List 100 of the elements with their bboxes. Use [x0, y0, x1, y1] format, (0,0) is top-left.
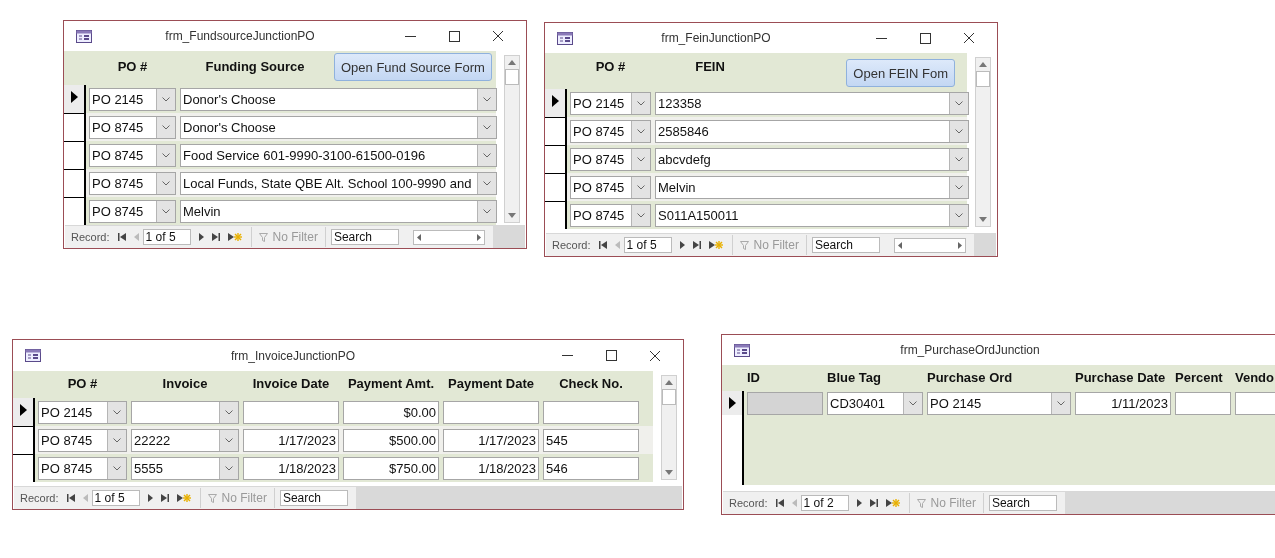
combo-box[interactable]: PO 8745 [89, 143, 176, 167]
vertical-scrollbar[interactable] [504, 55, 520, 223]
open-form-button[interactable]: Open Fund Source Form [334, 53, 492, 81]
text-field[interactable]: $750.00 [343, 456, 439, 480]
chevron-down-icon[interactable] [955, 100, 963, 106]
chevron-down-icon[interactable] [483, 152, 491, 158]
scroll-left-icon[interactable] [897, 241, 902, 249]
text-field[interactable]: 1/17/2023 [443, 428, 539, 452]
new-record-icon[interactable] [176, 493, 191, 503]
chevron-down-icon[interactable] [955, 156, 963, 162]
chevron-down-icon[interactable] [483, 96, 491, 102]
text-field[interactable] [1175, 391, 1231, 415]
first-record-icon[interactable] [598, 241, 607, 249]
vertical-scrollbar[interactable] [975, 57, 991, 227]
chevron-down-icon[interactable] [637, 212, 645, 218]
chevron-down-icon[interactable] [955, 212, 963, 218]
close-icon[interactable] [963, 32, 975, 44]
combo-box[interactable]: Food Service 601-9990-3100-61500-0196 [180, 143, 497, 167]
combo-box[interactable]: PO 8745 [89, 199, 176, 223]
scroll-down-icon[interactable] [979, 217, 987, 222]
combo-box[interactable] [131, 400, 239, 424]
combo-box[interactable]: PO 2145 [927, 391, 1071, 415]
record-number-field[interactable]: 1 of 5 [91, 490, 140, 506]
combo-box[interactable]: PO 8745 [38, 456, 127, 480]
combo-box[interactable]: PO 8745 [89, 171, 176, 195]
combo-box[interactable]: Melvin [180, 199, 497, 223]
last-record-icon[interactable] [160, 494, 169, 502]
chevron-down-icon[interactable] [637, 128, 645, 134]
first-record-icon[interactable] [66, 494, 75, 502]
text-field[interactable]: $500.00 [343, 428, 439, 452]
scroll-right-icon[interactable] [476, 233, 481, 241]
combo-box[interactable]: PO 8745 [570, 175, 651, 199]
next-record-icon[interactable] [856, 499, 862, 507]
combo-box[interactable]: PO 2145 [570, 91, 651, 115]
new-record-icon[interactable] [227, 232, 242, 242]
new-record-icon[interactable] [885, 498, 900, 508]
text-field[interactable]: 1/18/2023 [443, 456, 539, 480]
record-selector[interactable] [722, 391, 744, 415]
scroll-left-icon[interactable] [416, 233, 421, 241]
close-icon[interactable] [492, 30, 504, 42]
combo-box[interactable]: S011A150011 [655, 203, 969, 227]
combo-box[interactable]: PO 8745 [570, 203, 651, 227]
chevron-down-icon[interactable] [162, 180, 170, 186]
scroll-up-icon[interactable] [508, 60, 516, 65]
text-field[interactable]: 1/11/2023 [1075, 391, 1171, 415]
search-field[interactable]: Search [330, 229, 399, 245]
record-selector[interactable] [545, 117, 567, 145]
open-form-button[interactable]: Open FEIN Fom [846, 59, 955, 87]
record-number-field[interactable]: 1 of 5 [623, 237, 672, 253]
scroll-up-icon[interactable] [665, 380, 673, 385]
maximize-icon[interactable] [605, 350, 617, 361]
record-selector[interactable] [13, 398, 35, 426]
scroll-down-icon[interactable] [508, 213, 516, 218]
chevron-down-icon[interactable] [637, 156, 645, 162]
combo-box[interactable]: Melvin [655, 175, 969, 199]
text-field[interactable]: 1/17/2023 [243, 428, 339, 452]
combo-box[interactable]: PO 8745 [38, 428, 127, 452]
chevron-down-icon[interactable] [113, 437, 121, 443]
text-field[interactable]: 545 [543, 428, 639, 452]
chevron-down-icon[interactable] [162, 208, 170, 214]
record-number-field[interactable]: 1 of 5 [142, 229, 191, 245]
scroll-up-icon[interactable] [979, 62, 987, 67]
horizontal-scrollbar[interactable] [893, 237, 966, 253]
combo-box[interactable]: 5555 [131, 456, 239, 480]
new-record-icon[interactable] [708, 240, 723, 250]
first-record-icon[interactable] [117, 233, 126, 241]
text-field[interactable]: 546 [543, 456, 639, 480]
chevron-down-icon[interactable] [225, 437, 233, 443]
record-selector[interactable] [64, 169, 86, 197]
record-number-field[interactable]: 1 of 2 [800, 495, 849, 511]
scroll-down-icon[interactable] [665, 470, 673, 475]
combo-box[interactable]: abcvdefg [655, 147, 969, 171]
combo-box[interactable]: 2585846 [655, 119, 969, 143]
record-selector[interactable] [13, 426, 35, 454]
next-record-icon[interactable] [198, 233, 204, 241]
next-record-icon[interactable] [147, 494, 153, 502]
record-selector[interactable] [64, 141, 86, 169]
record-selector[interactable] [545, 89, 567, 117]
combo-box[interactable]: PO 8745 [570, 119, 651, 143]
chevron-down-icon[interactable] [162, 96, 170, 102]
id-field[interactable] [747, 391, 823, 415]
combo-box[interactable]: PO 8745 [570, 147, 651, 171]
combo-box[interactable]: PO 8745 [89, 115, 176, 139]
chevron-down-icon[interactable] [162, 152, 170, 158]
chevron-down-icon[interactable] [637, 100, 645, 106]
record-selector[interactable] [545, 145, 567, 173]
chevron-down-icon[interactable] [483, 124, 491, 130]
chevron-down-icon[interactable] [113, 409, 121, 415]
minimize-icon[interactable] [875, 37, 887, 39]
chevron-down-icon[interactable] [955, 128, 963, 134]
last-record-icon[interactable] [211, 233, 220, 241]
search-field[interactable]: Search [811, 237, 880, 253]
close-icon[interactable] [649, 349, 661, 362]
scroll-right-icon[interactable] [957, 241, 962, 249]
chevron-down-icon[interactable] [483, 208, 491, 214]
last-record-icon[interactable] [869, 499, 878, 507]
combo-box[interactable]: PO 2145 [89, 87, 176, 111]
chevron-down-icon[interactable] [162, 124, 170, 130]
chevron-down-icon[interactable] [225, 465, 233, 471]
scroll-thumb[interactable] [662, 389, 676, 405]
